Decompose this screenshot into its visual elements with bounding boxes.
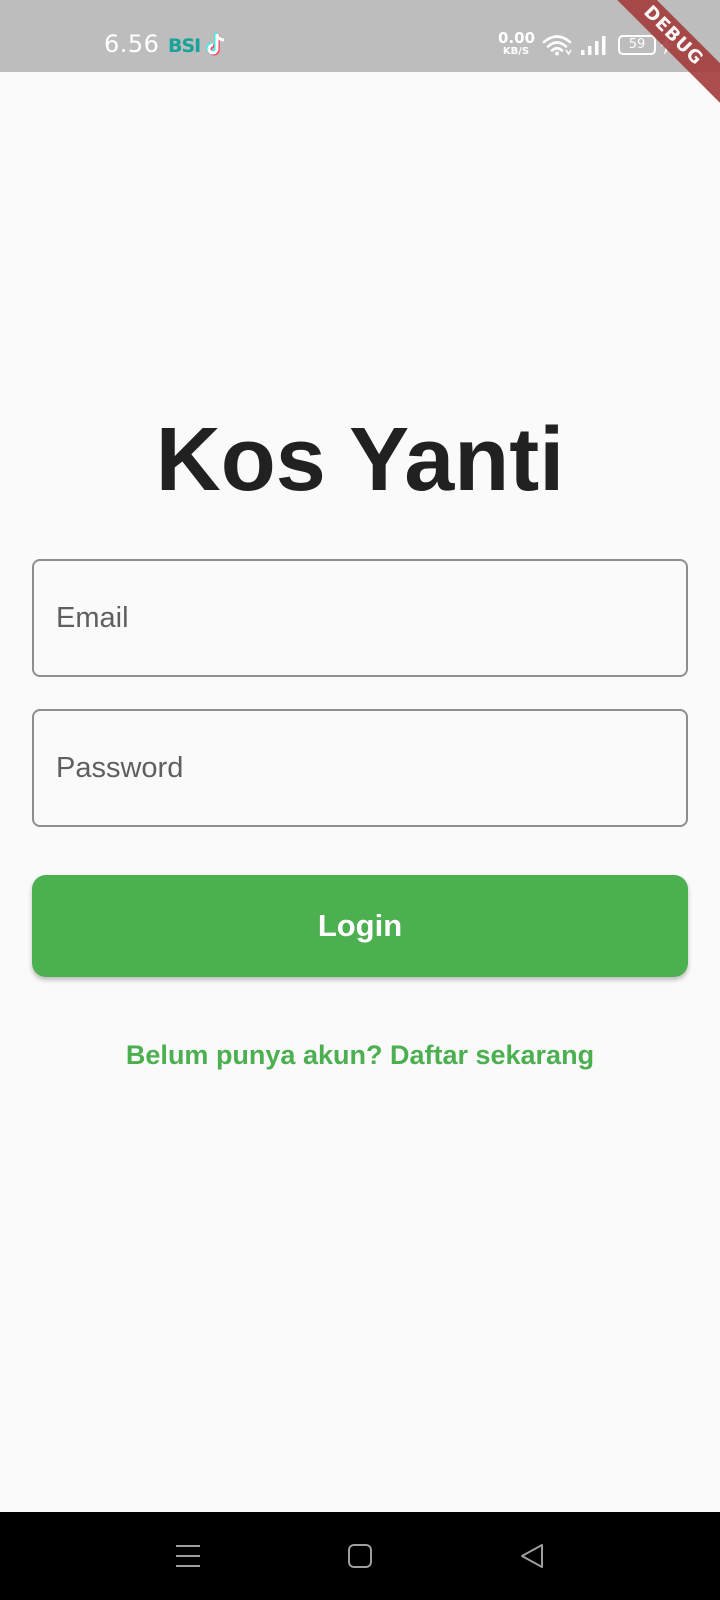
email-field[interactable] (34, 561, 686, 675)
password-field-container (32, 709, 688, 827)
register-link[interactable]: Belum punya akun? Daftar sekarang (0, 1040, 720, 1071)
tiktok-icon (206, 33, 225, 56)
home-icon[interactable] (346, 1542, 374, 1570)
signal-icon (581, 36, 606, 55)
battery-level: 59 (628, 37, 646, 52)
status-bar: 6.56 BSI 0.00 KB/S 59 (0, 0, 720, 72)
password-field[interactable] (34, 711, 686, 825)
bsi-icon: BSI (168, 35, 201, 57)
email-field-container (32, 559, 688, 677)
network-speed: 0.00 KB/S (498, 29, 536, 57)
menu-icon[interactable] (174, 1542, 202, 1570)
network-speed-value: 0.00 (498, 29, 536, 47)
status-time: 6.56 (104, 30, 160, 58)
back-icon[interactable] (518, 1542, 546, 1570)
network-speed-unit: KB/S (502, 46, 530, 57)
wifi-icon (542, 35, 572, 56)
app-title: Kos Yanti (155, 410, 565, 510)
login-button[interactable]: Login (32, 875, 688, 977)
battery-icon: 59 (618, 35, 656, 55)
